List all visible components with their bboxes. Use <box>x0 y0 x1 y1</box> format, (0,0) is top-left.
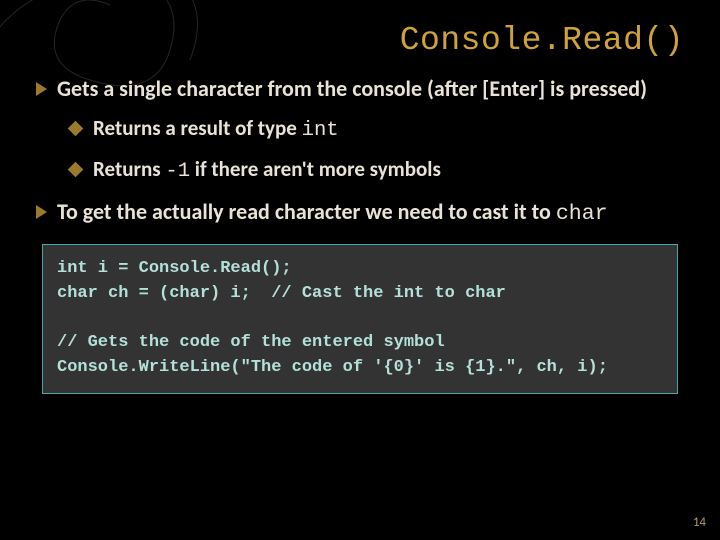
text-span: Returns a result of type <box>93 115 302 141</box>
bullet-list: Gets a single character from the console… <box>36 75 684 228</box>
bullet-level2: Returns a result of type int <box>70 115 684 144</box>
key-name: Enter <box>489 75 538 102</box>
code-block: int i = Console.Read(); char ch = (char)… <box>42 244 678 393</box>
bullet-level1: Gets a single character from the console… <box>36 75 684 103</box>
page-number: 14 <box>693 515 706 530</box>
bullet-text: Returns a result of type int <box>93 115 684 144</box>
inline-code: -1 <box>165 160 190 183</box>
text-span: ] is pressed) <box>538 75 647 102</box>
inline-code: char <box>556 202 608 226</box>
text-span: if there aren't more symbols <box>190 156 441 182</box>
bullet-text: To get the actually read character we ne… <box>57 198 684 229</box>
text-span: Returns <box>93 156 165 182</box>
diamond-bullet-icon <box>68 121 84 137</box>
triangle-bullet-icon <box>36 82 47 96</box>
slide: Console.Read() Gets a single character f… <box>0 0 720 540</box>
text-span: Gets a single character from the console… <box>57 75 489 102</box>
bullet-text: Returns -1 if there aren't more symbols <box>93 156 684 185</box>
text-span: To get the actually read character we ne… <box>57 198 556 225</box>
triangle-bullet-icon <box>36 205 47 219</box>
slide-title: Console.Read() <box>36 22 684 59</box>
bullet-text: Gets a single character from the console… <box>57 75 684 103</box>
bullet-level2: Returns -1 if there aren't more symbols <box>70 156 684 185</box>
bullet-level1: To get the actually read character we ne… <box>36 198 684 229</box>
inline-code: int <box>302 119 339 142</box>
diamond-bullet-icon <box>68 162 84 178</box>
